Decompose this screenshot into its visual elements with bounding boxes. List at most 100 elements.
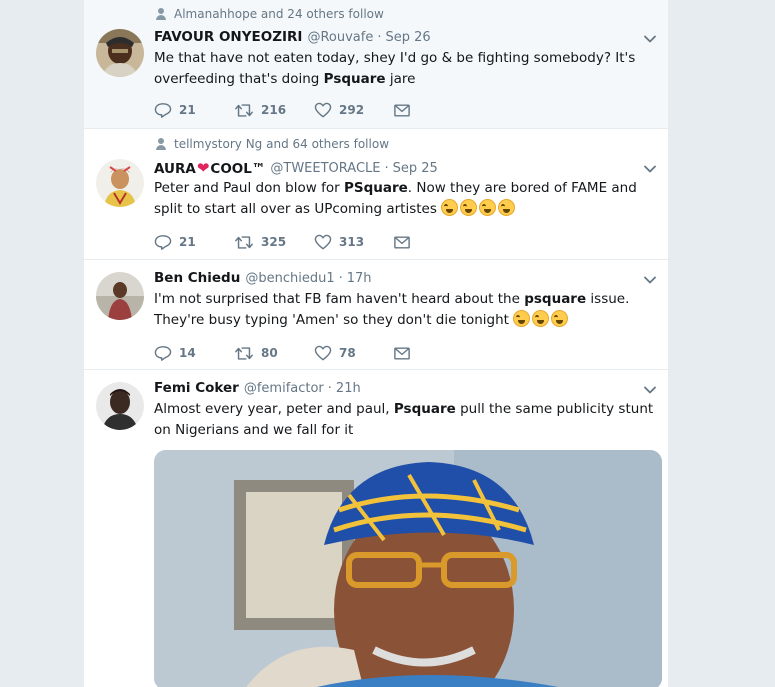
tweet-text-part: jare	[385, 71, 416, 87]
tweet-text: Almost every year, peter and paul, Psqua…	[154, 399, 654, 441]
retweet-button[interactable]: 216	[234, 103, 314, 118]
timestamp[interactable]: 17h	[347, 271, 372, 286]
reply-button[interactable]: 21	[154, 234, 234, 250]
reply-count: 21	[179, 235, 196, 249]
chevron-down-icon[interactable]	[644, 276, 656, 284]
like-button[interactable]: 313	[314, 234, 394, 250]
direct-message-icon	[394, 104, 410, 117]
tweet-header: FAVOUR ONYEOZIRI @Rouvafe · Sep 26	[154, 29, 431, 45]
retweet-icon	[234, 346, 254, 361]
retweet-button[interactable]: 325	[234, 235, 314, 250]
avatar[interactable]	[96, 159, 144, 207]
tweet-text-part: Almost every year, peter and paul,	[154, 401, 394, 417]
retweet-button[interactable]: 80	[234, 346, 314, 361]
social-context-text: tellmystory Ng and 64 others follow	[174, 137, 390, 151]
tweet-actions: 14 80 78	[154, 345, 474, 361]
person-icon	[154, 8, 168, 20]
chevron-down-icon[interactable]	[644, 165, 656, 173]
display-name[interactable]: AURA❤COOL™	[154, 159, 265, 177]
reply-count: 21	[179, 103, 196, 117]
like-icon	[314, 345, 332, 361]
tweet-actions: 21 216 292	[154, 102, 474, 118]
reply-count: 14	[179, 346, 196, 360]
like-button[interactable]: 78	[314, 345, 394, 361]
face-with-tears-of-joy-icon	[441, 199, 459, 216]
separator: ·	[338, 270, 343, 286]
tweet[interactable]: Almanahhope and 24 others follow FAVOUR …	[84, 0, 668, 129]
avatar[interactable]	[96, 382, 144, 430]
like-count: 292	[339, 103, 365, 117]
separator: ·	[377, 29, 382, 45]
timestamp[interactable]: 21h	[336, 381, 361, 396]
retweet-count: 216	[261, 103, 287, 117]
separator: ·	[327, 380, 332, 396]
reply-button[interactable]: 21	[154, 102, 234, 118]
tweet-text: I'm not surprised that FB fam haven't he…	[154, 289, 654, 331]
reply-button[interactable]: 14	[154, 345, 234, 361]
timestamp[interactable]: Sep 26	[385, 30, 430, 45]
social-context: tellmystory Ng and 64 others follow	[154, 137, 389, 151]
chevron-down-icon[interactable]	[644, 35, 656, 43]
reply-icon	[154, 102, 172, 118]
social-context: Almanahhope and 24 others follow	[154, 7, 384, 21]
display-name[interactable]: Ben Chiedu	[154, 270, 240, 286]
display-name-part: COOL™	[210, 161, 266, 177]
user-handle[interactable]: @femifactor	[244, 381, 324, 396]
social-context-text: Almanahhope and 24 others follow	[174, 7, 384, 21]
user-handle[interactable]: @benchiedu1	[245, 271, 334, 286]
reply-icon	[154, 345, 172, 361]
separator: ·	[384, 160, 389, 176]
face-with-tears-of-joy-icon	[479, 199, 497, 216]
direct-message-button[interactable]	[394, 104, 474, 117]
face-with-tears-of-joy-icon	[513, 310, 531, 327]
photo-image	[154, 450, 662, 687]
tweet-text-part: I'm not surprised that FB fam haven't he…	[154, 291, 525, 307]
keyword-highlight: PSquare	[343, 180, 408, 196]
retweet-icon	[234, 235, 254, 250]
timeline: Almanahhope and 24 others follow FAVOUR …	[83, 0, 669, 687]
tweet[interactable]: tellmystory Ng and 64 others follow AURA…	[84, 129, 668, 260]
heart-emoji-icon: ❤	[196, 159, 210, 177]
retweet-count: 80	[261, 346, 278, 360]
like-icon	[314, 234, 332, 250]
display-name[interactable]: Femi Coker	[154, 380, 239, 396]
display-name[interactable]: FAVOUR ONYEOZIRI	[154, 29, 302, 45]
direct-message-icon	[394, 347, 410, 360]
face-with-tears-of-joy-icon	[498, 199, 516, 216]
avatar[interactable]	[96, 272, 144, 320]
reply-icon	[154, 234, 172, 250]
face-with-tears-of-joy-icon	[460, 199, 478, 216]
tweet[interactable]: Femi Coker @femifactor · 21h Almost ever…	[84, 370, 668, 687]
keyword-highlight: psquare	[524, 291, 587, 307]
tweet-text-part: They're busy typing 'Amen' so they don't…	[154, 312, 509, 328]
tweet-header: Ben Chiedu @benchiedu1 · 17h	[154, 270, 372, 286]
tweet-photo[interactable]	[154, 450, 662, 687]
display-name-part: AURA	[154, 161, 196, 177]
tweet-text: Me that have not eaten today, shey I'd g…	[154, 48, 654, 90]
tweet-actions: 21 325 313	[154, 234, 474, 250]
tweet-text: Peter and Paul don blow for PSquare. Now…	[154, 178, 654, 220]
tweet-header: Femi Coker @femifactor · 21h	[154, 380, 361, 396]
user-handle[interactable]: @Rouvafe	[307, 30, 373, 45]
direct-message-button[interactable]	[394, 236, 474, 249]
tweet-text-part: issue.	[586, 291, 630, 307]
tweet-text-part: Peter and Paul don blow for	[154, 180, 344, 196]
like-button[interactable]: 292	[314, 102, 394, 118]
retweet-icon	[234, 103, 254, 118]
like-icon	[314, 102, 332, 118]
tweet[interactable]: Ben Chiedu @benchiedu1 · 17h I'm not sur…	[84, 260, 668, 370]
timestamp[interactable]: Sep 25	[393, 161, 438, 176]
face-with-tears-of-joy-icon	[532, 310, 550, 327]
keyword-highlight: Psquare	[393, 401, 456, 417]
avatar[interactable]	[96, 29, 144, 77]
tweet-header: AURA❤COOL™ @TWEETORACLE · Sep 25	[154, 159, 438, 177]
retweet-count: 325	[261, 235, 287, 249]
like-count: 313	[339, 235, 365, 249]
user-handle[interactable]: @TWEETORACLE	[270, 161, 380, 176]
direct-message-icon	[394, 236, 410, 249]
chevron-down-icon[interactable]	[644, 386, 656, 394]
face-with-tears-of-joy-icon	[551, 310, 569, 327]
keyword-highlight: Psquare	[323, 71, 386, 87]
direct-message-button[interactable]	[394, 347, 474, 360]
person-icon	[154, 138, 168, 150]
